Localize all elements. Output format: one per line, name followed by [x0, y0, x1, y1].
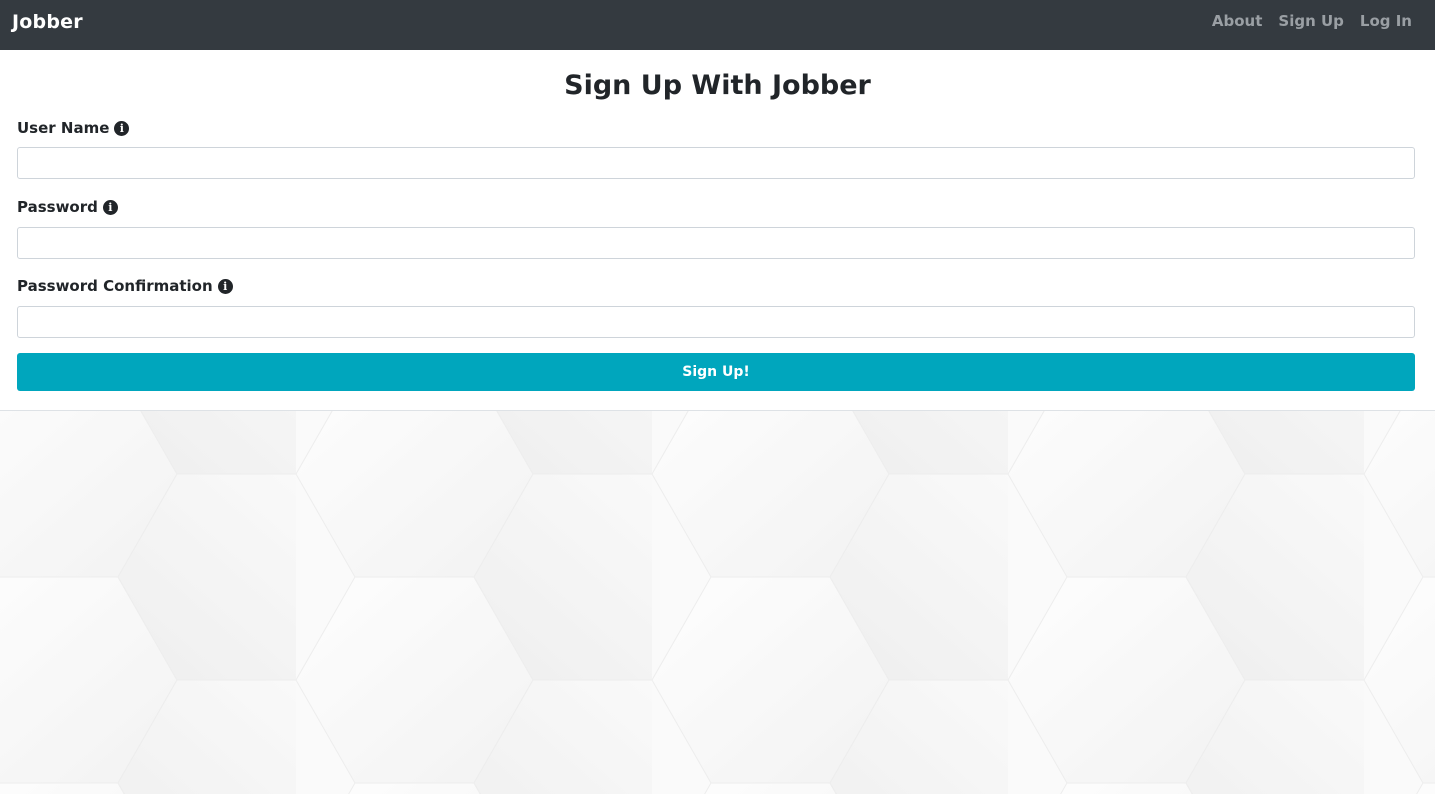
user-name-label-text: User Name: [17, 119, 110, 137]
password-label-text: Password: [17, 198, 98, 216]
page-title: Sign Up With Jobber: [564, 70, 871, 101]
info-circle-icon[interactable]: i: [102, 199, 118, 215]
navbar: Jobber About Sign Up Log In: [0, 0, 1435, 50]
nav-link-log-in[interactable]: Log In: [1360, 12, 1412, 30]
brand-link[interactable]: Jobber: [12, 11, 83, 33]
hexagon-pattern: [0, 411, 1435, 794]
user-name-input[interactable]: [17, 147, 1415, 179]
hexagon-pattern-background: [0, 411, 1435, 794]
password-confirmation-label: Password Confirmation i: [17, 277, 233, 295]
nav-links: About Sign Up Log In: [1212, 12, 1412, 30]
sign-up-submit-button[interactable]: Sign Up!: [17, 353, 1415, 391]
password-confirmation-label-text: Password Confirmation: [17, 277, 213, 295]
nav-link-sign-up[interactable]: Sign Up: [1278, 12, 1344, 30]
nav-link-about[interactable]: About: [1212, 12, 1263, 30]
password-confirmation-input[interactable]: [17, 306, 1415, 338]
user-name-label: User Name i: [17, 119, 130, 137]
signup-form-card: Sign Up With Jobber User Name i Password…: [0, 50, 1435, 411]
info-circle-icon[interactable]: i: [217, 278, 233, 294]
password-input[interactable]: [17, 227, 1415, 259]
info-circle-icon[interactable]: i: [114, 120, 130, 136]
password-label: Password i: [17, 198, 118, 216]
